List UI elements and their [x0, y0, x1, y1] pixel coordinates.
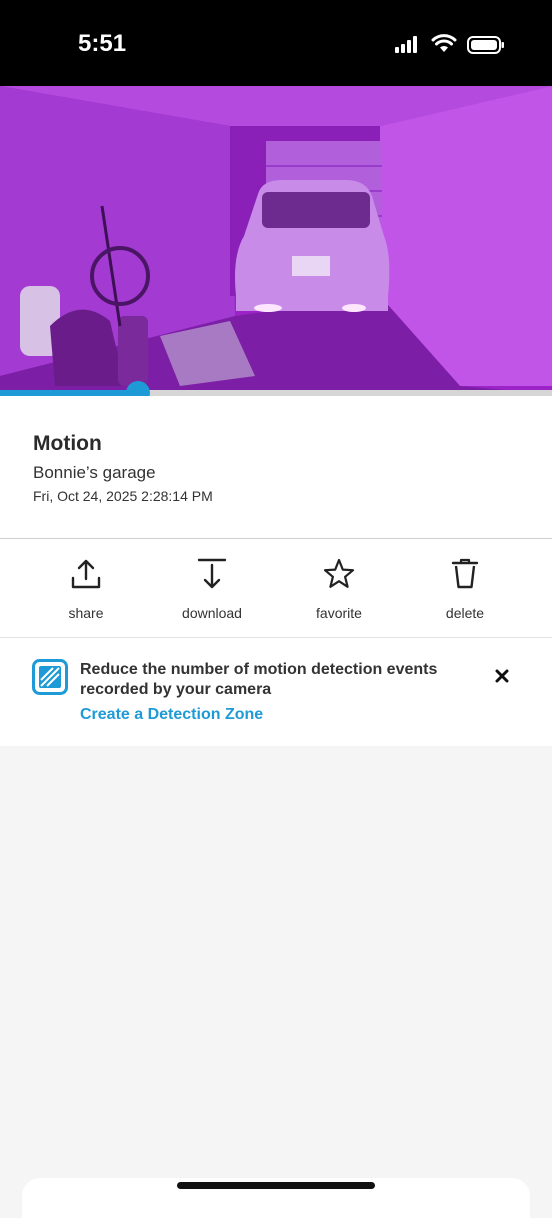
home-indicator[interactable] [177, 1182, 375, 1189]
tip-message: Reduce the number of motion detection ev… [80, 661, 438, 698]
create-detection-zone-link[interactable]: Create a Detection Zone [80, 706, 263, 724]
detection-zone-icon [32, 659, 68, 695]
download-button[interactable]: download [157, 557, 267, 621]
share-button[interactable]: share [31, 557, 141, 621]
trash-icon [451, 558, 479, 589]
cellular-signal-icon [395, 36, 417, 53]
detection-zone-tip: Reduce the number of motion detection ev… [0, 638, 552, 746]
share-icon [71, 559, 101, 589]
close-icon[interactable] [490, 664, 514, 688]
camera-footage-image [0, 86, 552, 394]
favorite-button[interactable]: favorite [284, 557, 394, 621]
download-label: download [182, 605, 242, 621]
favorite-label: favorite [316, 605, 362, 621]
status-time: 5:51 [78, 30, 127, 57]
delete-label: delete [445, 605, 485, 621]
event-timestamp: Fri, Oct 24, 2025 2:28:14 PM [33, 488, 213, 504]
wifi-icon [431, 34, 457, 52]
download-icon [197, 558, 227, 589]
battery-icon [467, 36, 504, 54]
event-info: Motion Bonnie’s garage Fri, Oct 24, 2025… [0, 396, 552, 538]
device-name: Bonnie’s garage [33, 463, 156, 482]
video-player[interactable] [0, 86, 552, 394]
delete-button[interactable]: delete [410, 557, 520, 621]
status-bar: 5:51 [0, 0, 552, 86]
share-label: share [68, 605, 104, 621]
action-bar: share download favorite delete [0, 539, 552, 637]
event-title: Motion [33, 432, 102, 455]
star-icon [323, 558, 355, 588]
